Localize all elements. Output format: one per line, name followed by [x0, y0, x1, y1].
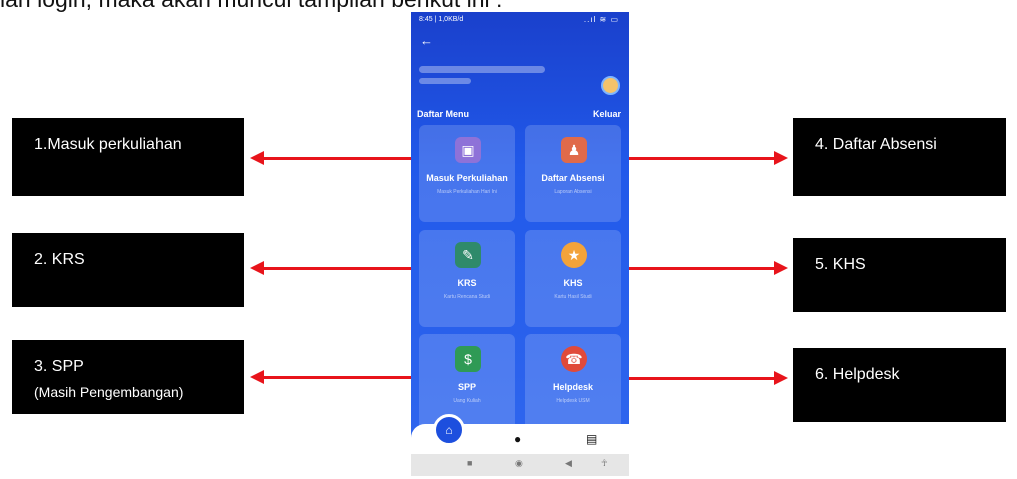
bottom-navigation: ⌂ ● ▤	[411, 414, 629, 454]
menu-card-krs[interactable]: ✎ KRS Kartu Rencana Studi	[419, 230, 515, 327]
callout-daftar-absensi: 4. Daftar Absensi	[793, 118, 1006, 196]
back-arrow-icon[interactable]: ←	[420, 34, 433, 47]
callout-khs: 5. KHS	[793, 238, 1006, 312]
callout-helpdesk: 6. Helpdesk	[793, 348, 1006, 422]
callout-label: 2. KRS	[34, 251, 85, 268]
menu-card-label: Daftar Absensi	[541, 173, 605, 183]
accessibility-icon[interactable]: ☥	[601, 458, 608, 469]
menu-card-helpdesk[interactable]: ☎ Helpdesk Helpdesk USM	[525, 334, 621, 431]
menu-card-masuk-perkuliahan[interactable]: ▣ Masuk Perkuliahan Masuk Perkuliahan Ha…	[419, 125, 515, 222]
logout-link[interactable]: Keluar	[593, 109, 621, 119]
callout-spp: 3. SPP (Masih Pengembangan)	[12, 340, 244, 414]
money-bag-icon: $	[455, 346, 481, 372]
menu-card-daftar-absensi[interactable]: ♟ Daftar Absensi Laporan Absensi	[525, 125, 621, 222]
callout-krs: 2. KRS	[12, 233, 244, 307]
callout-label: 1.Masuk perkuliahan	[34, 136, 182, 153]
callout-label: 6. Helpdesk	[815, 366, 900, 383]
profile-id-placeholder	[419, 78, 471, 84]
arrow-to-callout-3	[250, 370, 412, 384]
profile-name-placeholder	[419, 66, 545, 73]
home-icon[interactable]: ⌂	[433, 414, 465, 446]
callout-masuk-perkuliahan: 1.Masuk perkuliahan	[12, 118, 244, 196]
menu-card-label: Masuk Perkuliahan	[426, 173, 508, 183]
profile-icon[interactable]: ●	[514, 432, 521, 446]
callout-label: 3. SPP	[34, 358, 84, 375]
helpdesk-icon: ☎	[561, 346, 587, 372]
class-entry-icon: ▣	[455, 137, 481, 163]
study-plan-icon: ✎	[455, 242, 481, 268]
callout-label: 5. KHS	[815, 256, 866, 273]
phone-screen: 8:45 | 1,0KB/d ..ıl ≋ ▭ ← Daftar Menu Ke…	[411, 12, 629, 454]
menu-card-label: KRS	[457, 278, 477, 288]
menu-card-sub: Kartu Rencana Studi	[443, 294, 491, 300]
menu-card-sub: Uang Kuliah	[453, 398, 481, 404]
arrow-to-callout-2	[250, 261, 412, 275]
callout-sublabel: (Masih Pengembangan)	[34, 384, 184, 400]
menu-card-khs[interactable]: ★ KHS Kartu Hasil Studi	[525, 230, 621, 327]
status-icons: ..ıl ≋ ▭	[583, 15, 619, 24]
recent-apps-icon[interactable]: ■	[467, 458, 472, 468]
back-system-icon[interactable]: ◀	[565, 458, 572, 469]
status-time: 8:45 | 1,0KB/d	[419, 16, 464, 23]
arrow-to-callout-4	[628, 151, 788, 165]
arrow-to-callout-5	[628, 261, 788, 275]
attendance-icon: ♟	[561, 137, 587, 163]
system-navigation-bar: ■ ◉ ◀ ☥	[411, 454, 629, 476]
menu-title: Daftar Menu	[417, 109, 470, 119]
menu-card-label: SPP	[457, 382, 476, 392]
callout-label: 4. Daftar Absensi	[815, 136, 937, 153]
menu-card-sub: Masuk Perkuliahan Hari Ini	[437, 189, 497, 195]
home-system-icon[interactable]: ◉	[515, 458, 523, 469]
menu-card-label: Helpdesk	[552, 382, 594, 392]
arrow-to-callout-6	[628, 371, 788, 385]
menu-card-sub: Helpdesk USM	[556, 398, 590, 404]
menu-card-label: KHS	[563, 278, 583, 288]
grade-card-icon: ★	[561, 242, 587, 268]
avatar-icon[interactable]	[601, 76, 620, 95]
status-bar: 8:45 | 1,0KB/d ..ıl ≋ ▭	[411, 12, 629, 28]
arrow-to-callout-1	[250, 151, 412, 165]
menu-card-sub: Laporan Absensi	[554, 189, 592, 195]
menu-card-sub: Kartu Hasil Studi	[554, 294, 592, 300]
card-icon[interactable]: ▤	[586, 432, 597, 446]
menu-card-spp[interactable]: $ SPP Uang Kuliah	[419, 334, 515, 431]
